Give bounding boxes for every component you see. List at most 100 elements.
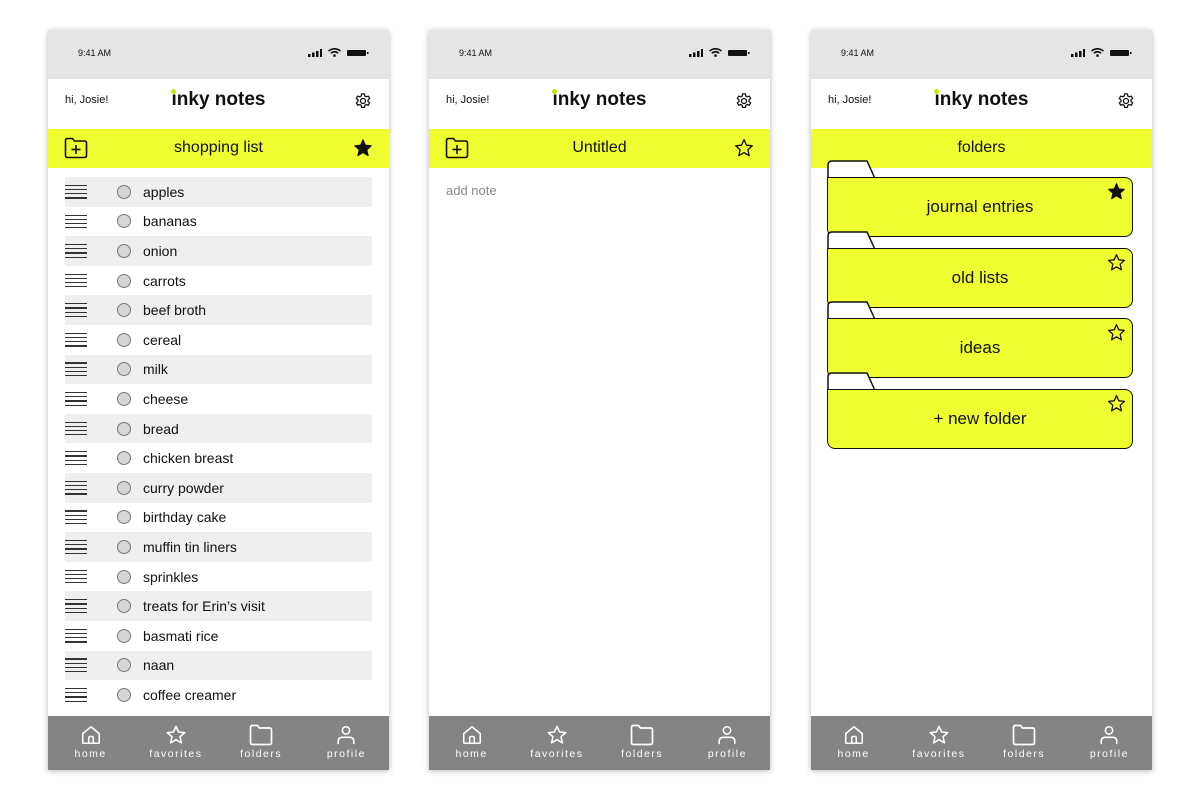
drag-handle-icon[interactable] (65, 184, 87, 199)
nav-folders[interactable]: folders (600, 716, 685, 770)
drag-handle-icon[interactable] (65, 510, 87, 525)
drag-handle-icon[interactable] (65, 421, 87, 436)
drag-handle-icon[interactable] (65, 214, 87, 229)
drag-handle-icon[interactable] (65, 392, 87, 406)
drag-handle-icon[interactable] (65, 273, 87, 288)
folder-label: journal entries (926, 197, 1034, 216)
drag-handle-icon[interactable] (65, 332, 87, 347)
favorite-button[interactable] (734, 138, 754, 163)
nav-folders[interactable]: folders (982, 716, 1067, 770)
drag-handle-icon[interactable] (65, 451, 87, 466)
folder-favorite-toggle[interactable] (1107, 323, 1126, 347)
app-logo: inky notes (552, 89, 647, 110)
list-item-label: milk (143, 361, 168, 378)
folder-old-lists[interactable]: old lists (827, 230, 1137, 308)
folder-favorite-toggle[interactable] (1107, 182, 1126, 206)
list-item-label: bananas (143, 213, 197, 230)
drag-handle-icon[interactable] (65, 599, 87, 613)
nav-favorites[interactable]: favorites (133, 716, 218, 770)
checkbox[interactable] (117, 480, 131, 495)
list-item-label: bread (143, 420, 179, 437)
drag-handle-icon[interactable] (65, 362, 87, 377)
list-item-label: naan (143, 657, 175, 674)
folder-journal-entries[interactable]: journal entries (827, 160, 1137, 237)
folder-favorite-toggle[interactable] (1107, 394, 1126, 418)
star-filled-icon (354, 139, 372, 157)
checkbox[interactable] (117, 451, 131, 466)
star-outline-icon (1107, 253, 1126, 270)
drag-handle-icon[interactable] (65, 480, 87, 495)
status-time: 9:41 AM (459, 48, 493, 58)
drag-handle-icon[interactable] (65, 688, 87, 702)
nav-home[interactable]: home (811, 716, 896, 770)
drag-handle-icon[interactable] (65, 244, 87, 258)
shopping-list: apples bananas onion carrots beef broth … (65, 177, 372, 710)
folder-icon (630, 724, 654, 746)
nav-favorites[interactable]: favorites (896, 716, 981, 770)
star-filled-icon (1108, 183, 1125, 200)
folder-label: old lists (951, 267, 1009, 287)
checkbox[interactable] (117, 539, 131, 554)
drag-handle-icon[interactable] (65, 658, 87, 673)
drag-handle-icon[interactable] (65, 303, 87, 318)
checkbox[interactable] (117, 243, 131, 258)
folder-ideas[interactable]: ideas (827, 301, 1137, 378)
nav-profile[interactable]: profile (1067, 716, 1152, 770)
checkbox[interactable] (117, 273, 131, 288)
list-item: sprinkles (65, 562, 372, 592)
status-time: 9:41 AM (841, 48, 875, 58)
checkbox[interactable] (117, 362, 131, 377)
favorite-button[interactable] (353, 138, 373, 163)
home-icon (462, 725, 481, 745)
wifi-icon (1091, 48, 1104, 57)
settings-button[interactable] (734, 91, 754, 116)
checkbox[interactable] (117, 332, 131, 347)
checkbox[interactable] (117, 421, 131, 436)
checkbox[interactable] (117, 599, 131, 614)
checkbox[interactable] (117, 569, 131, 584)
folder-icon (1012, 724, 1036, 746)
checkbox[interactable] (117, 658, 131, 673)
person-icon (718, 725, 736, 745)
checkbox[interactable] (117, 184, 131, 199)
list-item: naan (65, 650, 372, 681)
list-item: chicken breast (65, 443, 372, 473)
list-item: muffin tin liners (65, 532, 372, 562)
bottom-nav: home favorites folders profile (429, 716, 770, 770)
star-outline-icon (1107, 394, 1126, 411)
battery-icon (347, 49, 369, 56)
list-item: onion (65, 236, 372, 266)
wifi-icon (328, 48, 341, 57)
checkbox[interactable] (117, 391, 131, 406)
nav-folders[interactable]: folders (219, 716, 304, 770)
star-outline-icon (1107, 323, 1126, 341)
battery-icon (728, 49, 750, 56)
nav-home[interactable]: home (429, 716, 514, 770)
signal-icon (308, 48, 322, 57)
checkbox[interactable] (117, 214, 131, 229)
checkbox[interactable] (117, 687, 131, 702)
new-folder-button[interactable]: + new folder (827, 371, 1137, 449)
settings-button[interactable] (1116, 91, 1136, 116)
checkbox[interactable] (117, 303, 131, 318)
gear-icon (1118, 93, 1134, 109)
folder-label: ideas (959, 338, 1001, 357)
folder-tab (827, 230, 876, 250)
nav-favorites[interactable]: favorites (514, 716, 599, 770)
drag-handle-icon[interactable] (65, 540, 87, 554)
page-title[interactable]: Untitled (429, 139, 770, 157)
gear-icon (736, 93, 752, 109)
drag-handle-icon[interactable] (65, 628, 87, 643)
nav-profile[interactable]: profile (304, 716, 389, 770)
drag-handle-icon[interactable] (65, 569, 87, 584)
checkbox[interactable] (117, 628, 131, 643)
nav-profile[interactable]: profile (685, 716, 770, 770)
folder-favorite-toggle[interactable] (1107, 253, 1126, 277)
settings-button[interactable] (353, 91, 373, 116)
list-item: coffee creamer (65, 680, 372, 710)
bottom-nav: home favorites folders profile (48, 716, 389, 770)
nav-home[interactable]: home (48, 716, 133, 770)
phone-screen-folders: 9:41 AM hi, Josie! inky notes folders jo… (811, 30, 1152, 770)
checkbox[interactable] (117, 510, 131, 525)
note-input[interactable] (446, 183, 746, 198)
